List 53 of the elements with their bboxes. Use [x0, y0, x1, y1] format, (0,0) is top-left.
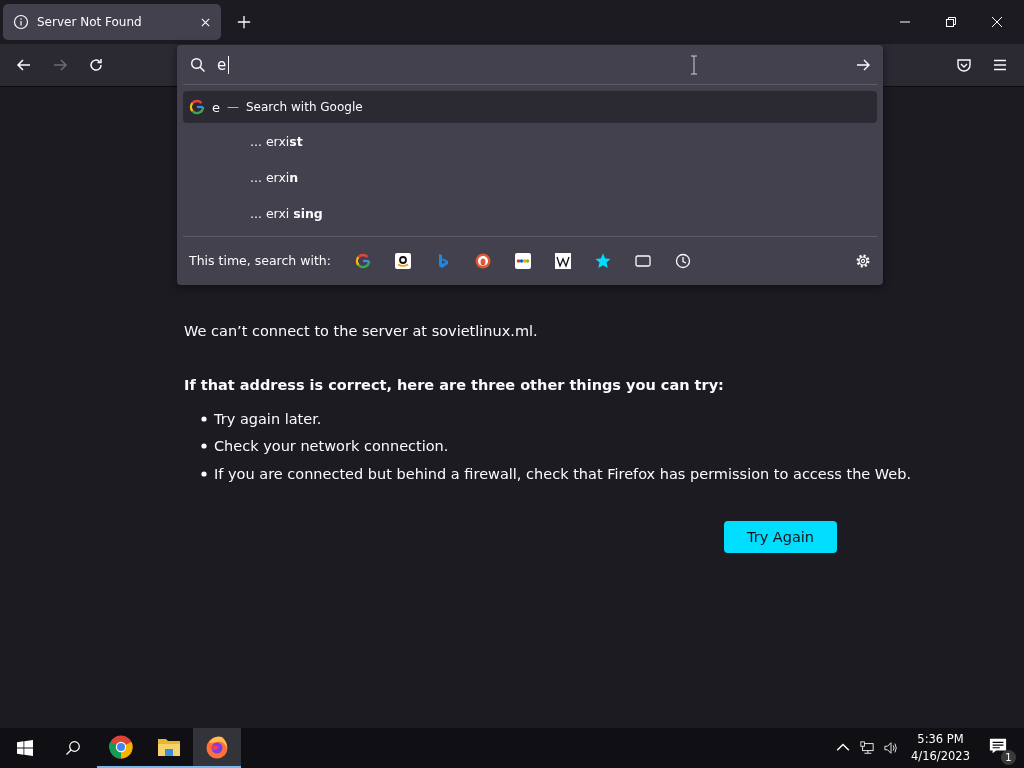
tip-text: Check your network connection. — [214, 438, 449, 455]
info-icon — [13, 14, 29, 30]
new-tab-icon[interactable] — [237, 15, 251, 29]
bullet-icon — [201, 415, 207, 422]
error-message: We can’t connect to the server at sovietlinux.ml. — [184, 323, 539, 339]
close-icon[interactable] — [991, 16, 1003, 28]
search-icon[interactable] — [65, 740, 81, 756]
clock-date: 4/16/2023 — [911, 748, 970, 765]
action-text: Search with Google — [246, 100, 363, 114]
menu-icon[interactable] — [992, 57, 1008, 73]
separator-dash: — — [227, 100, 239, 114]
search-suggestion[interactable]: ... erxist — [183, 123, 877, 159]
g-logo-icon — [189, 99, 205, 115]
round-logo-icon — [109, 735, 133, 759]
suggestion-heading: If that address is correct, here are three other things you can try: — [184, 377, 725, 393]
address-field[interactable]: e — [217, 55, 229, 74]
tab-title: Server Not Found — [37, 15, 143, 29]
smile-logo-icon[interactable] — [394, 252, 411, 269]
bullet-icon — [201, 470, 207, 477]
search-suggestion[interactable]: ... erxin — [183, 159, 877, 195]
reload-icon[interactable] — [88, 57, 104, 73]
try-again-button[interactable]: Try Again — [724, 520, 837, 553]
text-cursor-icon — [690, 54, 698, 75]
network-icon[interactable] — [860, 741, 875, 755]
encyclopedia-icon[interactable] — [554, 252, 571, 269]
notification-icon[interactable] — [989, 737, 1007, 755]
notification-badge: 1 — [1001, 750, 1016, 765]
search-with-label: This time, search with: — [189, 253, 331, 268]
star-icon[interactable] — [594, 252, 611, 269]
tab-icon[interactable] — [634, 252, 651, 269]
search-result[interactable]: e — Search with Google — [183, 91, 877, 123]
browser-tab[interactable]: Server Not Found — [3, 4, 221, 40]
clock-time: 5:36 PM — [917, 731, 964, 748]
bullet-icon — [201, 443, 207, 450]
tip-text: Try again later. — [214, 410, 322, 427]
speaker-icon[interactable] — [884, 741, 899, 755]
search-suggestion[interactable]: ... erxi sing — [183, 195, 877, 231]
forward-icon[interactable] — [52, 57, 68, 73]
pocket-icon[interactable] — [956, 57, 972, 73]
g-logo-icon[interactable] — [354, 252, 371, 269]
tip-text: If you are connected but behind a firewall, check that Firefox has permission to access the Web. — [214, 465, 912, 482]
colored-dots-icon[interactable] — [514, 252, 531, 269]
fox-globe-icon — [205, 735, 229, 759]
close-tab-icon[interactable] — [200, 16, 211, 28]
restore-icon[interactable] — [945, 16, 957, 28]
search-icon — [190, 56, 206, 73]
back-icon[interactable] — [16, 57, 32, 73]
taskbar-app[interactable] — [193, 728, 241, 768]
duck-icon[interactable] — [474, 252, 491, 269]
settings-icon[interactable] — [855, 252, 871, 269]
start-icon[interactable] — [17, 740, 33, 756]
clock-icon[interactable] — [674, 252, 691, 269]
query-text: e — [212, 99, 220, 115]
